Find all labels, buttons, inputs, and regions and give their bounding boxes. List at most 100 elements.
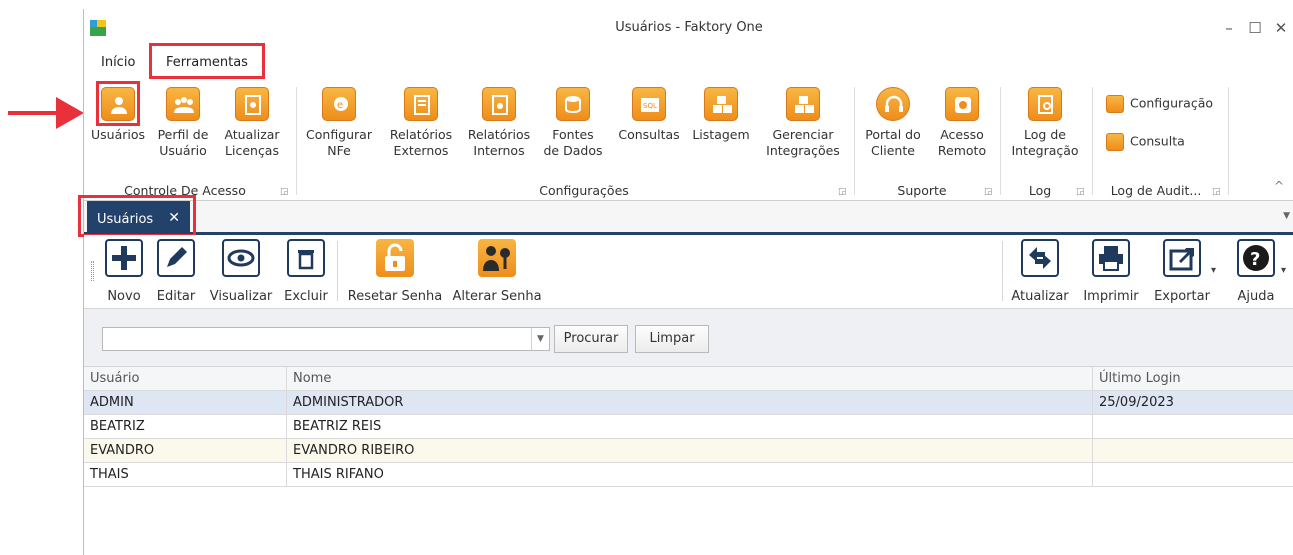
title-bar: Usuários - Faktory One – ☐ ✕: [84, 9, 1293, 47]
report-icon: [404, 87, 438, 121]
ribbon-perfil-button[interactable]: Perfil de Usuário: [154, 87, 212, 159]
limpar-button[interactable]: Limpar: [635, 325, 709, 353]
user-key-icon: [478, 239, 516, 277]
group-label-configuracoes: Configurações: [539, 183, 629, 198]
ribbon-atualizar-licencas-button[interactable]: Atualizar Licenças: [220, 87, 284, 159]
log-search-icon: [1028, 87, 1062, 121]
column-header-ultimo-login[interactable]: Último Login: [1092, 367, 1293, 391]
query-icon: [1106, 133, 1124, 151]
table-row[interactable]: THAIS THAIS RIFANO: [84, 463, 1293, 487]
nfe-icon: e: [322, 87, 356, 121]
imprimir-button[interactable]: Imprimir: [1080, 239, 1142, 304]
plus-icon: [105, 239, 143, 277]
alterar-senha-button[interactable]: Alterar Senha: [450, 239, 544, 304]
toolbar-grip: [91, 261, 94, 281]
search-combo[interactable]: ▼: [102, 327, 550, 351]
editar-button[interactable]: Editar: [154, 239, 198, 304]
export-icon: [1163, 239, 1201, 277]
ribbon-listagem-button[interactable]: Listagem: [690, 87, 752, 143]
toolbar-separator: [1002, 241, 1003, 301]
menu-bar: Início Ferramentas: [84, 43, 1293, 81]
svg-text:e: e: [337, 100, 343, 111]
launcher-icon[interactable]: ◲: [1212, 187, 1221, 197]
group-label-log: Log: [1028, 183, 1052, 198]
column-header-usuario[interactable]: Usuário: [84, 367, 286, 391]
app-window: Usuários - Faktory One – ☐ ✕ Início Ferr…: [78, 9, 1293, 555]
procurar-button[interactable]: Procurar: [554, 325, 628, 353]
ribbon-portal-do-cliente-button[interactable]: Portal do Cliente: [860, 87, 926, 159]
launcher-icon[interactable]: ◲: [838, 187, 847, 197]
minimize-button[interactable]: –: [1216, 16, 1242, 40]
ribbon-consulta-button[interactable]: Consulta: [1106, 133, 1185, 151]
table-row[interactable]: BEATRIZ BEATRIZ REIS: [84, 415, 1293, 439]
remote-access-icon: [945, 87, 979, 121]
window-title: Usuários - Faktory One: [615, 20, 763, 35]
ribbon-fontes-de-dados-button[interactable]: Fontes de Dados: [540, 87, 606, 159]
exportar-button[interactable]: Exportar: [1150, 239, 1214, 304]
chevron-down-icon[interactable]: ▼: [531, 328, 549, 350]
ribbon: Usuários Perfil de Usuário Atualizar Lic…: [84, 81, 1293, 201]
close-window-button[interactable]: ✕: [1268, 16, 1293, 40]
launcher-icon[interactable]: ◲: [280, 187, 289, 197]
launcher-icon[interactable]: ◲: [984, 187, 993, 197]
export-dropdown-icon[interactable]: ▾: [1211, 265, 1216, 276]
ribbon-configurar-nfe-button[interactable]: e Configurar NFe: [304, 87, 374, 159]
ribbon-relatorios-externos-button[interactable]: Relatórios Externos: [384, 87, 458, 159]
novo-button[interactable]: Novo: [102, 239, 146, 304]
menu-inicio[interactable]: Início: [101, 55, 135, 70]
ribbon-configuracao-button[interactable]: Configuração: [1106, 95, 1213, 113]
grid-header: Usuário Nome Último Login: [84, 367, 1293, 391]
maximize-button[interactable]: ☐: [1242, 16, 1268, 40]
group-label-log-audit: Log de Audit...: [1110, 183, 1202, 198]
users-grid: Usuário Nome Último Login ADMIN ADMINIST…: [84, 367, 1293, 487]
resetar-senha-button[interactable]: Resetar Senha: [346, 239, 444, 304]
annotation-box-ferramentas: [149, 43, 265, 79]
annotation-box-usuarios-tab: [78, 195, 196, 237]
report-gear-icon: [482, 87, 516, 121]
group-separator: [854, 87, 855, 195]
table-row[interactable]: EVANDRO EVANDRO RIBEIRO: [84, 439, 1293, 463]
user-group-icon: [166, 87, 200, 121]
launcher-icon[interactable]: ◲: [1076, 187, 1085, 197]
unlock-icon: [376, 239, 414, 277]
ajuda-button[interactable]: ? Ajuda: [1228, 239, 1284, 304]
filter-bar: ▼ Procurar Limpar: [84, 309, 1293, 367]
headset-icon: [876, 87, 910, 121]
svg-text:?: ?: [1250, 249, 1260, 270]
printer-icon: [1092, 239, 1130, 277]
sql-icon: SQL: [632, 87, 666, 121]
column-header-nome[interactable]: Nome: [286, 367, 1092, 391]
refresh-icon: [1021, 239, 1059, 277]
annotation-arrow: [8, 97, 84, 129]
eye-icon: [222, 239, 260, 277]
database-icon: [556, 87, 590, 121]
ribbon-gerenciar-integracoes-button[interactable]: Gerenciar Integrações: [760, 87, 846, 159]
group-separator: [1092, 87, 1093, 195]
group-separator: [1000, 87, 1001, 195]
group-separator: [1228, 87, 1229, 195]
group-label-suporte: Suporte: [897, 183, 947, 198]
ribbon-log-integracao-button[interactable]: Log de Integração: [1008, 87, 1082, 159]
ribbon-relatorios-internos-button[interactable]: Relatórios Internos: [462, 87, 536, 159]
config-icon: [1106, 95, 1124, 113]
collapse-ribbon-icon[interactable]: ^: [1274, 179, 1284, 193]
help-dropdown-icon[interactable]: ▾: [1281, 265, 1286, 276]
annotation-box-usuarios-ribbon: [96, 81, 140, 126]
ribbon-consultas-button[interactable]: SQL Consultas: [616, 87, 682, 143]
document-tab-strip: Usuários ✕ ▼: [84, 201, 1293, 235]
ribbon-acesso-remoto-button[interactable]: Acesso Remoto: [930, 87, 994, 159]
visualizar-button[interactable]: Visualizar: [208, 239, 274, 304]
integrations-icon: [786, 87, 820, 121]
toolbar-separator: [337, 241, 338, 301]
toolbar: Novo Editar Visualizar Excluir Resetar S…: [84, 235, 1293, 309]
trash-icon: [287, 239, 325, 277]
group-separator: [296, 87, 297, 195]
tab-dropdown-icon[interactable]: ▼: [1283, 211, 1290, 221]
table-row[interactable]: ADMIN ADMINISTRADOR 25/09/2023: [84, 391, 1293, 415]
svg-text:SQL: SQL: [643, 102, 657, 110]
license-icon: [235, 87, 269, 121]
boxes-icon: [704, 87, 738, 121]
excluir-button[interactable]: Excluir: [282, 239, 330, 304]
atualizar-button[interactable]: Atualizar: [1008, 239, 1072, 304]
pencil-icon: [157, 239, 195, 277]
